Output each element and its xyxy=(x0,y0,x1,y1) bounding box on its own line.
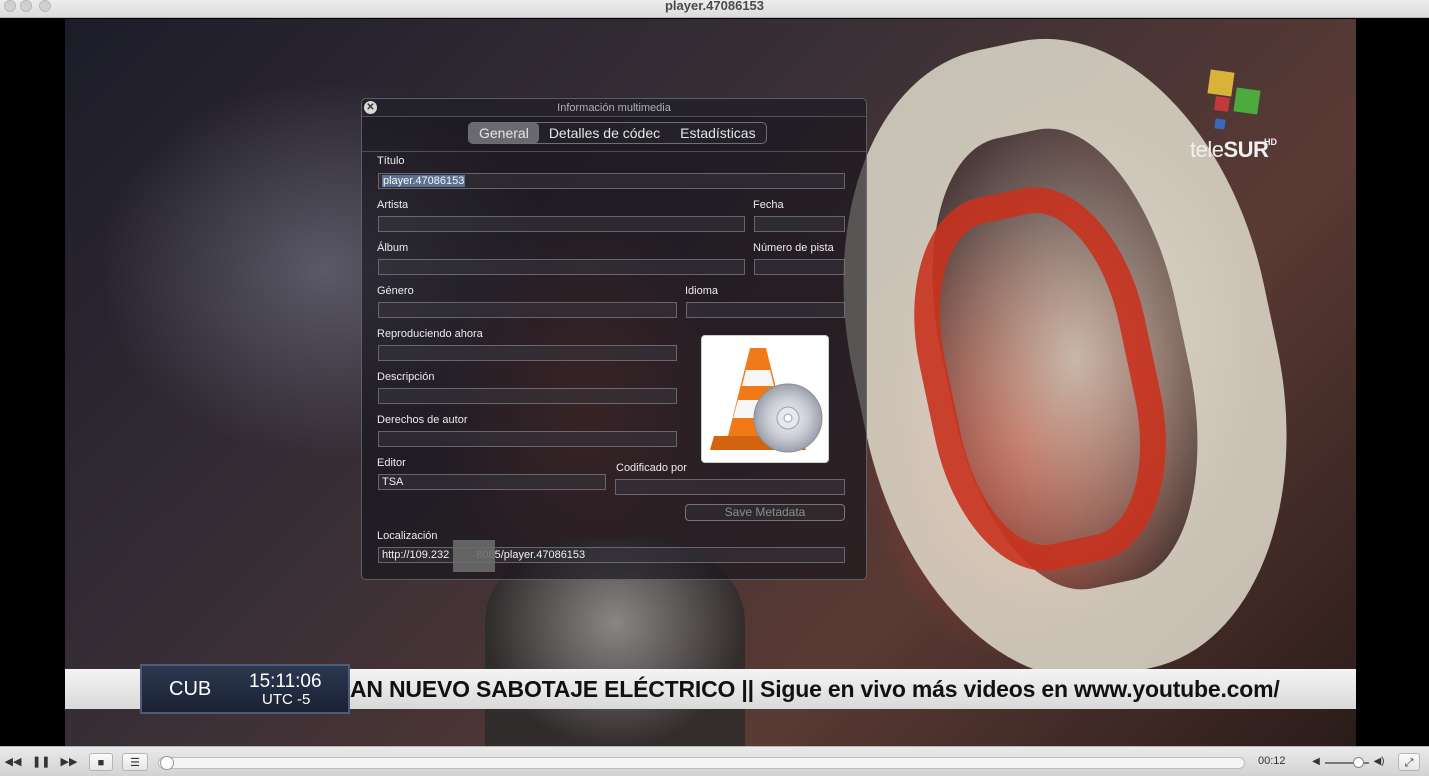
title-value: player.47086153 xyxy=(382,175,466,187)
hd-badge: HD xyxy=(1264,137,1277,147)
control-bar: ◀◀ ❚❚ ▶▶ ■ ☰ 00:12 ◀ ◀) ⤢ xyxy=(0,746,1429,776)
language-field[interactable] xyxy=(686,302,845,318)
logo-square xyxy=(1214,96,1230,112)
playlist-icon[interactable]: ☰ xyxy=(122,753,148,771)
stop-icon[interactable]: ■ xyxy=(89,753,113,771)
logo-square xyxy=(1207,69,1235,97)
tab-statistics[interactable]: Estadísticas xyxy=(670,123,765,143)
title-field[interactable]: player.47086153 xyxy=(378,173,845,189)
publisher-label: Editor xyxy=(377,457,406,469)
title-label: Título xyxy=(377,155,405,167)
vlc-window: player.47086153 teleSUR HD AN NUEVO SABO… xyxy=(0,0,1429,776)
vlc-cone-icon xyxy=(701,335,829,463)
window-title: player.47086153 xyxy=(664,0,765,13)
elapsed-time: 00:12 xyxy=(1258,755,1286,767)
description-field[interactable] xyxy=(378,388,677,404)
now-playing-label: Reproduciendo ahora xyxy=(377,328,483,340)
encoded-by-field[interactable] xyxy=(615,479,845,495)
logo-text: tele xyxy=(1190,137,1224,162)
logo-square xyxy=(1214,118,1226,130)
fullscreen-icon[interactable]: ⤢ xyxy=(1398,753,1420,771)
volume-high-icon[interactable]: ◀) xyxy=(1372,753,1386,771)
save-metadata-button[interactable]: Save Metadata xyxy=(685,504,845,521)
logo-bold-text: SUR xyxy=(1223,137,1269,162)
seek-slider[interactable] xyxy=(158,757,1245,769)
divider xyxy=(362,151,866,152)
title-bar: player.47086153 xyxy=(0,0,1429,18)
album-label: Álbum xyxy=(377,242,409,254)
copyright-label: Derechos de autor xyxy=(377,414,468,426)
telesur-logo: teleSUR xyxy=(1190,137,1269,163)
artist-field[interactable] xyxy=(378,216,745,232)
ticker-text: AN NUEVO SABOTAJE ELÉCTRICO || Sigue en … xyxy=(350,676,1280,702)
rewind-icon[interactable]: ◀◀ xyxy=(4,753,22,771)
publisher-field[interactable]: TSA xyxy=(378,474,606,490)
dialog-title-bar[interactable]: ✕ Información multimedia xyxy=(362,99,866,117)
date-label: Fecha xyxy=(753,199,784,211)
genre-field[interactable] xyxy=(378,302,677,318)
pause-icon[interactable]: ❚❚ xyxy=(32,753,50,771)
seek-knob[interactable] xyxy=(160,756,174,770)
date-field[interactable] xyxy=(754,216,845,232)
logo-square xyxy=(1233,87,1261,115)
volume-low-icon[interactable]: ◀ xyxy=(1310,753,1322,771)
tab-general[interactable]: General xyxy=(469,123,539,143)
timezone-label: UTC -5 xyxy=(262,691,311,708)
location-value-start: http://109.232 xyxy=(382,549,450,561)
language-label: Idioma xyxy=(685,285,719,297)
now-playing-field[interactable] xyxy=(378,345,677,361)
volume-knob[interactable] xyxy=(1353,757,1364,768)
artist-label: Artista xyxy=(377,199,409,211)
country-label: CUB xyxy=(169,678,212,700)
copyright-field[interactable] xyxy=(378,431,677,447)
tab-codec-details[interactable]: Detalles de códec xyxy=(539,123,670,143)
encoded-by-label: Codificado por xyxy=(616,462,687,474)
redaction-block xyxy=(453,540,495,572)
description-label: Descripción xyxy=(377,371,435,383)
media-info-dialog: ✕ Información multimedia General Detalle… xyxy=(361,98,867,580)
track-label: Número de pista xyxy=(753,242,834,254)
album-field[interactable] xyxy=(378,259,745,275)
genre-label: Género xyxy=(377,285,414,297)
location-field[interactable]: http://109.232 8085/player.47086153 xyxy=(378,547,845,563)
tab-bar: General Detalles de códec Estadísticas xyxy=(468,122,767,144)
fast-forward-icon[interactable]: ▶▶ xyxy=(58,753,80,771)
track-field[interactable] xyxy=(754,259,845,275)
clock-box: CUB 15:11:06 UTC -5 xyxy=(140,664,350,714)
clock-time: 15:11:06 xyxy=(249,671,322,692)
location-label: Localización xyxy=(377,530,438,542)
dialog-title: Información multimedia xyxy=(557,102,671,114)
